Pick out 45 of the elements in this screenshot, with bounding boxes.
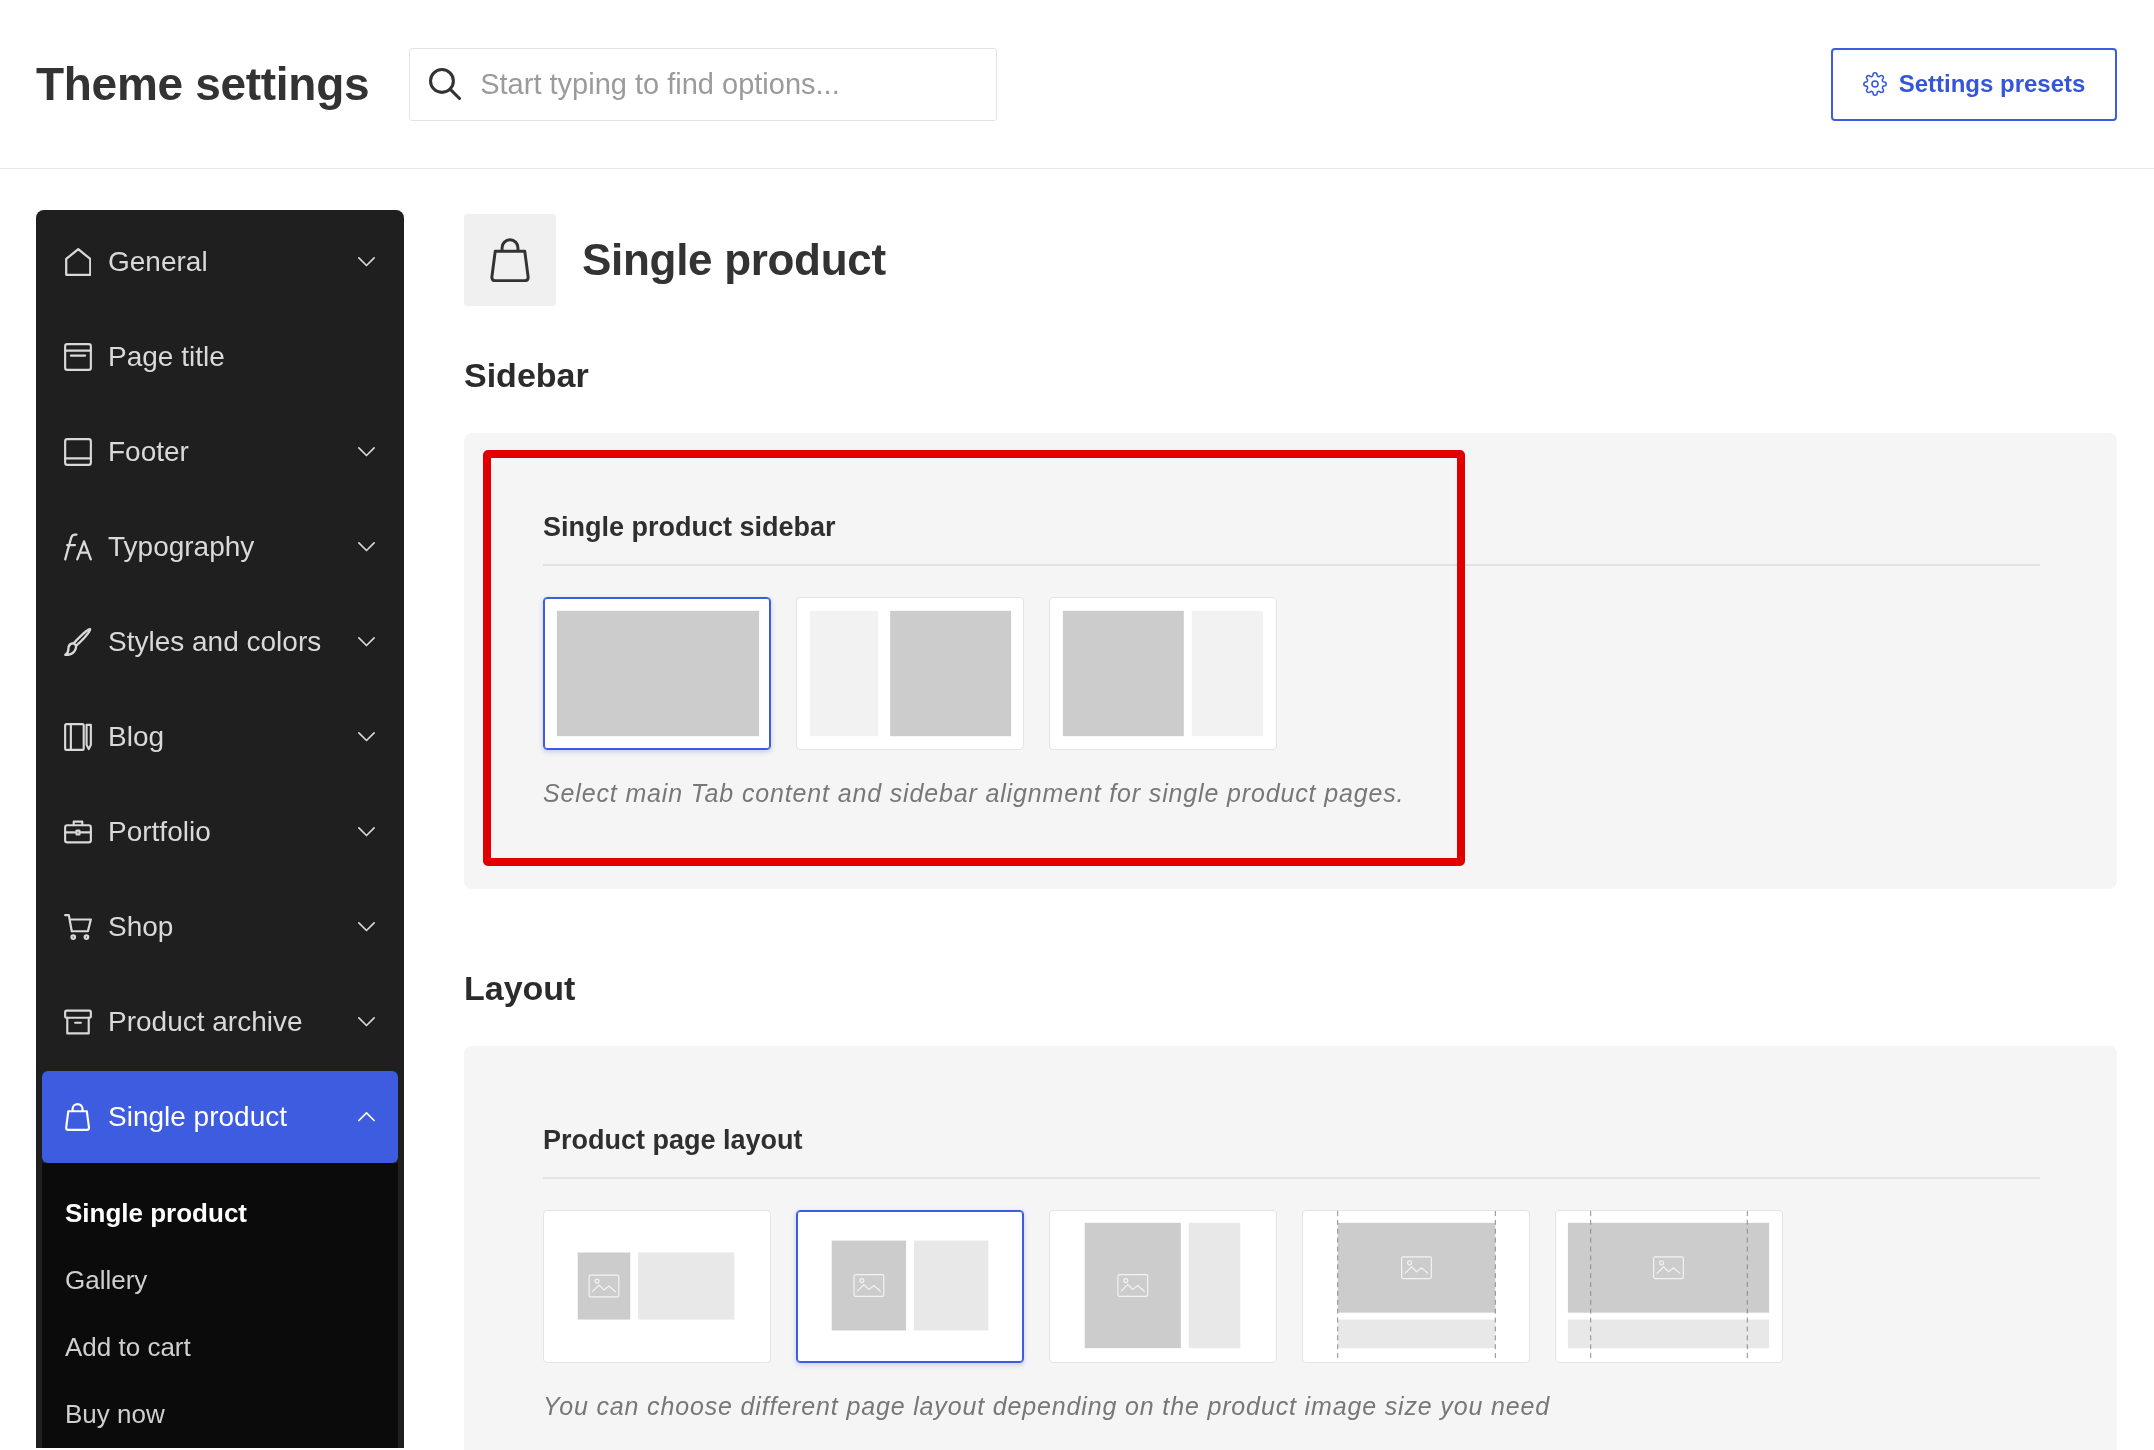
- field-label: Single product sidebar: [543, 511, 836, 543]
- notebook-icon: [64, 723, 92, 751]
- nav-item[interactable]: Product archive: [42, 976, 398, 1068]
- nav-item[interactable]: Typography: [42, 501, 398, 593]
- settings-presets-button[interactable]: Settings presets: [1831, 47, 2117, 121]
- layout-option[interactable]: [796, 1210, 1024, 1363]
- font-icon: [64, 533, 92, 561]
- cart-icon: [64, 913, 92, 941]
- app-title: Theme settings: [36, 57, 370, 111]
- nav-item[interactable]: General: [42, 216, 398, 308]
- nav-item[interactable]: Page title: [42, 311, 398, 403]
- house-icon: [64, 248, 92, 276]
- nav-subitem[interactable]: Single product: [65, 1198, 247, 1229]
- footer-layout-icon: [64, 438, 92, 466]
- bag-icon: [464, 214, 556, 306]
- section-heading: Layout: [464, 968, 576, 1008]
- nav-subitem[interactable]: Buy now: [65, 1399, 165, 1430]
- nav-item[interactable]: Shop: [42, 881, 398, 973]
- image-icon: [588, 1274, 620, 1298]
- image-icon: [1401, 1256, 1432, 1280]
- nav-item[interactable]: Styles and colors: [42, 596, 398, 688]
- layout-option[interactable]: [543, 597, 771, 750]
- field-description: Select main Tab content and sidebar alignment for single product pages.: [543, 778, 1405, 808]
- nav-subitem[interactable]: Add to cart: [65, 1332, 191, 1363]
- page-heading: Single product: [582, 235, 886, 285]
- image-icon: [1117, 1274, 1149, 1297]
- image-icon: [1653, 1256, 1684, 1280]
- briefcase-icon: [64, 818, 92, 846]
- image-block: [577, 1252, 631, 1320]
- search-icon: [429, 67, 462, 100]
- search-field[interactable]: Start typing to find options...: [409, 47, 998, 121]
- window-icon: [64, 343, 92, 371]
- settings-icon: [1862, 72, 1887, 96]
- nav-subitem[interactable]: Gallery: [65, 1265, 148, 1296]
- field-description: You can choose different page layout depending on the product image size you need: [543, 1391, 1551, 1421]
- section-heading: Sidebar: [464, 355, 589, 395]
- nav-item[interactable]: Footer: [42, 406, 398, 498]
- nav-item[interactable]: Blog: [42, 691, 398, 783]
- nav-item[interactable]: Portfolio: [42, 786, 398, 878]
- brush-icon: [64, 628, 92, 656]
- bag-icon: [65, 1103, 91, 1131]
- field-label: Product page layout: [543, 1124, 803, 1156]
- archive-box-icon: [64, 1008, 92, 1036]
- nav-item[interactable]: Single product: [42, 1071, 398, 1163]
- image-icon: [853, 1274, 885, 1297]
